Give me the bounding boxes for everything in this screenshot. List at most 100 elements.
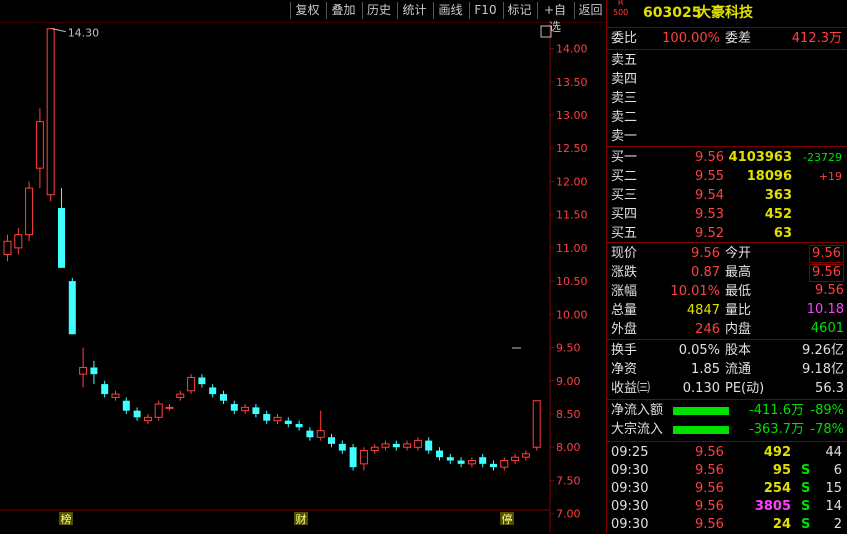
candle-body [479,457,487,464]
bid-label: 买一 [611,150,638,165]
toolbar-button-0[interactable]: 复权 [290,2,324,19]
candle-body [436,450,443,458]
toolbar-button-1[interactable]: 叠加 [326,2,360,19]
candle-body [467,460,476,465]
stat-value: 9.56 [815,283,844,298]
badge-top: R [617,0,624,7]
ask-label: 卖二 [611,110,638,125]
event-marker[interactable]: 榜 [61,512,72,526]
candle-body [446,457,454,461]
tick-row: 09:30 9.56 24 S 2 [607,516,847,534]
flow-value: -363.7万 [749,422,804,437]
bid-row: 买二 9.55 18096 +19 [607,168,847,186]
bid-price: 9.53 [695,207,724,222]
toolbar-button-4[interactable]: 画线 [433,2,467,19]
r-badge: R 500 [613,0,628,18]
bid-label: 买五 [611,226,638,241]
candle-body [273,416,282,422]
bid-row: 买五 9.52 63 [607,225,847,243]
weicha-label: 委差 [725,31,752,46]
stat-label: 量比 [725,303,752,318]
event-marker[interactable]: 停 [502,512,513,526]
stat-value: 10.18 [806,302,844,317]
weibi-label: 委比 [611,31,638,46]
fundamental-label: 收益㈢ [611,381,651,396]
candle-body [381,443,390,448]
event-marker[interactable]: 财 [296,512,307,526]
candle-body [284,420,292,424]
bid-change: -23729 [803,151,842,164]
flow-bar [673,426,729,434]
flow-row: 大宗流入 -363.7万 -78% [607,421,847,439]
toolbar-button-6[interactable]: 标记 [503,2,535,19]
bid-volume: 363 [764,188,792,203]
bid-volume: 18096 [746,169,792,184]
toolbar-button-2[interactable]: 历史 [362,2,395,19]
flow-bar [673,407,729,415]
weicha-value: 412.3万 [791,31,842,46]
candle-body [176,393,185,398]
y-tick-label: 8.50 [556,408,581,421]
flow-pct: -89% [810,403,844,418]
toolbar-button-7[interactable]: +自选 [537,2,572,34]
chart-toolbar: 复权 叠加 历史 统计 画线 F10 标记 +自选 返回 [0,0,606,34]
stat-label: 内盘 [725,322,752,337]
candlestick-chart[interactable]: 7.00 7.50 8.00 8.50 9.00 9.50 10.00 10.50 11.00 1… [0,22,606,533]
tick-volume: 24 [772,517,791,532]
quote-panel: R 500 603025 大豪科技 委比 100.00% 委差 412.3万 卖… [606,0,847,533]
flow-label: 净流入额 [611,403,664,418]
toolbar-button-3[interactable]: 统计 [397,2,431,19]
toolbar-button-5[interactable]: F10 [469,2,501,19]
candle-body [25,187,34,236]
candle-body [413,440,422,448]
candle-body [500,460,509,468]
candle-body [392,443,400,448]
tick-time: 09:30 [611,499,649,514]
candle-body [58,208,65,268]
ask-label: 卖三 [611,91,638,106]
candle-body [209,387,217,395]
tick-time: 09:30 [611,481,649,496]
ask-row: 卖二 [607,109,847,127]
candle-body [122,400,130,411]
ask-row: 卖三 [607,90,847,108]
y-tick-label: 11.50 [556,209,588,222]
stat-label: 涨幅 [611,284,638,299]
flow-value: -411.6万 [749,403,804,418]
stat-label: 今开 [725,246,752,261]
max-label: 14.30 [68,27,100,40]
y-tick-label: 9.50 [556,342,581,355]
y-tick-label: 9.00 [556,375,581,388]
stat-value: 9.56 [691,246,720,261]
candle-body [35,121,44,169]
tick-count: 6 [833,463,842,478]
stat-value: 4601 [810,321,844,336]
tick-row: 09:30 9.56 3805 S 14 [607,498,847,516]
ratio-row: 委比 100.00% 委差 412.3万 [607,30,847,48]
stat-value: 9.56 [809,264,844,282]
ask-label: 卖五 [611,53,638,68]
fundamental-value: 0.05% [678,343,720,358]
fundamental-row: 收益㈢ 0.130 PE(动) 56.3 [607,380,847,398]
stat-row: 涨跌 0.87 最高 9.56 [607,264,847,282]
stat-row: 现价 9.56 今开 9.56 [607,245,847,263]
toolbar-button-8[interactable]: 返回 [574,2,606,19]
candle-body [68,281,76,335]
quote-header: R 500 603025 大豪科技 [607,0,847,24]
fundamental-label: 换手 [611,343,638,358]
candle-body [79,367,88,375]
candle-body [328,437,335,444]
fundamental-value: 56.3 [815,381,844,396]
tick-count: 15 [825,481,842,496]
tick-price: 9.56 [695,463,724,478]
y-tick-label: 12.50 [556,142,588,155]
tick-count: 44 [825,445,842,460]
bid-label: 买二 [611,169,638,184]
tick-price: 9.56 [695,445,724,460]
ask-label: 卖四 [611,72,638,87]
candle-body [46,28,55,196]
candle-body [187,376,196,392]
tick-volume: 3805 [754,499,791,514]
bid-row: 买三 9.54 363 [607,187,847,205]
candle-body [3,240,12,256]
